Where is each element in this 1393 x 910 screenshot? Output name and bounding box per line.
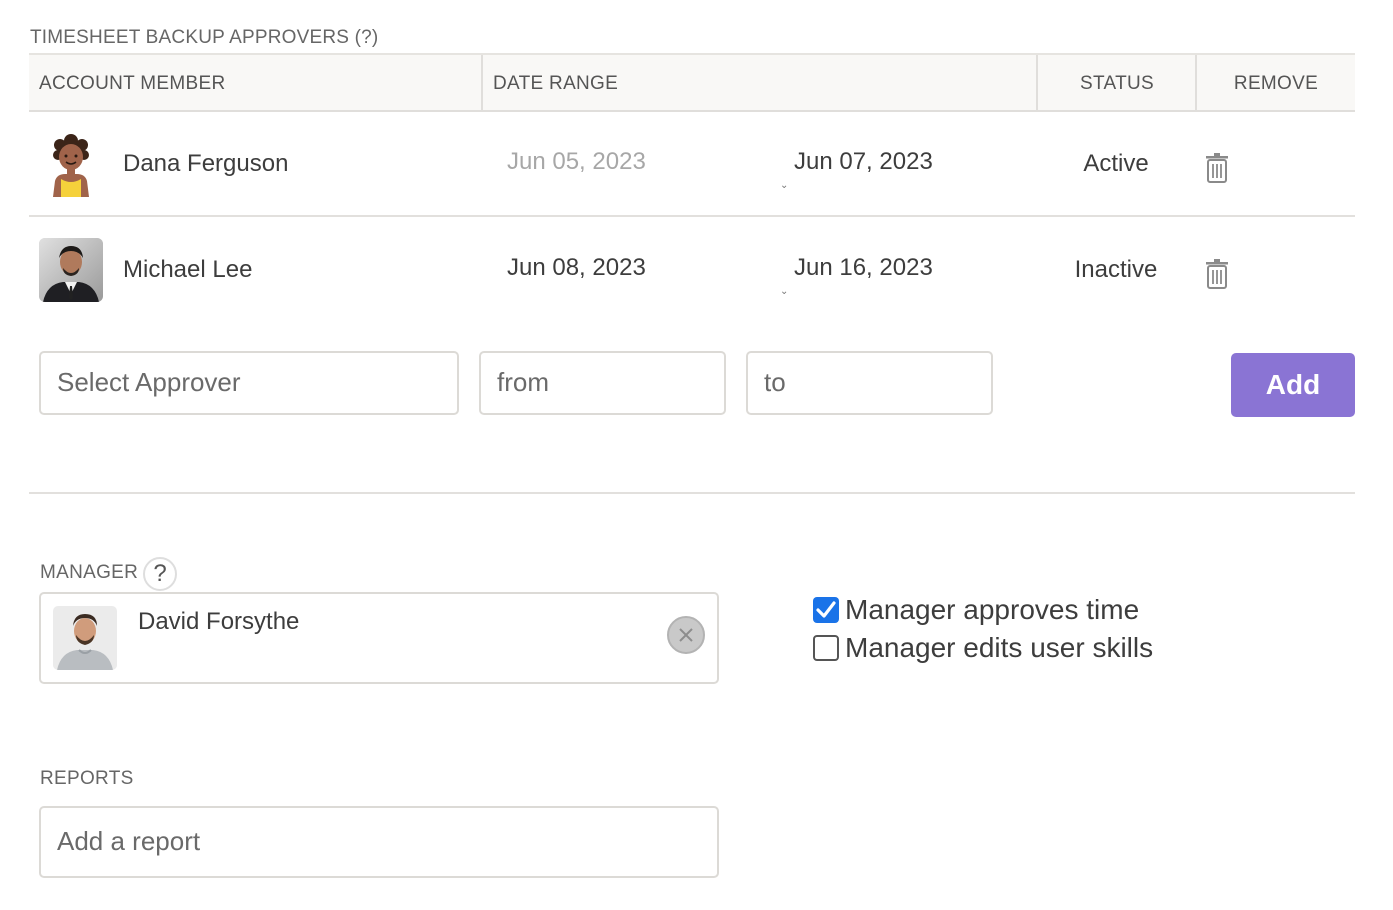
photo-avatar-icon (53, 606, 117, 670)
table-row: Dana Ferguson Jun 05, 2023 Jun 07, 2023 … (29, 112, 1355, 217)
checkbox-checked-icon[interactable] (813, 597, 839, 623)
date-from[interactable]: Jun 08, 2023 (507, 254, 646, 282)
avatar (39, 133, 103, 197)
column-header-status: STATUS (1036, 55, 1196, 112)
manager-field[interactable]: David Forsythe (39, 592, 719, 684)
date-to[interactable]: Jun 16, 2023 (794, 254, 933, 282)
status-text: Inactive (1074, 256, 1158, 283)
clear-icon[interactable] (667, 616, 705, 654)
illustrated-avatar-icon (39, 133, 103, 197)
column-header-member: ACCOUNT MEMBER (39, 73, 226, 94)
column-header-date-range: DATE RANGE (481, 55, 1037, 112)
manager-label: MANAGER (40, 562, 139, 583)
table-row: Michael Lee Jun 08, 2023 Jun 16, 2023 ⌄ … (29, 218, 1355, 323)
add-button[interactable]: Add (1231, 353, 1355, 417)
tick-mark: ⌄ (780, 180, 789, 191)
column-header-remove: REMOVE (1195, 55, 1355, 112)
member-name: Dana Ferguson (123, 150, 289, 177)
date-from[interactable]: Jun 05, 2023 (507, 148, 646, 176)
section-title: TIMESHEET BACKUP APPROVERS (?) (30, 27, 379, 48)
avatar (53, 606, 117, 670)
help-icon[interactable]: ? (143, 557, 177, 591)
tick-mark: ⌄ (780, 286, 789, 297)
reports-label: REPORTS (40, 768, 134, 789)
divider (29, 492, 1355, 494)
trash-icon[interactable] (1204, 258, 1234, 290)
from-date-input[interactable]: from (479, 351, 726, 415)
trash-icon[interactable] (1204, 152, 1234, 184)
status-text: Active (1083, 150, 1149, 177)
photo-avatar-icon (39, 238, 103, 302)
add-report-input[interactable]: Add a report (39, 806, 719, 878)
member-name: Michael Lee (123, 256, 253, 283)
avatar (39, 238, 103, 302)
manager-name: David Forsythe (138, 608, 300, 635)
option-label: Manager edits user skills (845, 632, 1154, 663)
table-header: ACCOUNT MEMBER DATE RANGE STATUS REMOVE (29, 53, 1355, 112)
date-to[interactable]: Jun 07, 2023 (794, 148, 933, 176)
backup-approvers-table: ACCOUNT MEMBER DATE RANGE STATUS REMOVE (29, 53, 1355, 302)
checkbox-unchecked-icon[interactable] (813, 635, 839, 661)
select-approver-input[interactable]: Select Approver (39, 351, 459, 415)
to-date-input[interactable]: to (746, 351, 993, 415)
option-label: Manager approves time (845, 594, 1140, 625)
